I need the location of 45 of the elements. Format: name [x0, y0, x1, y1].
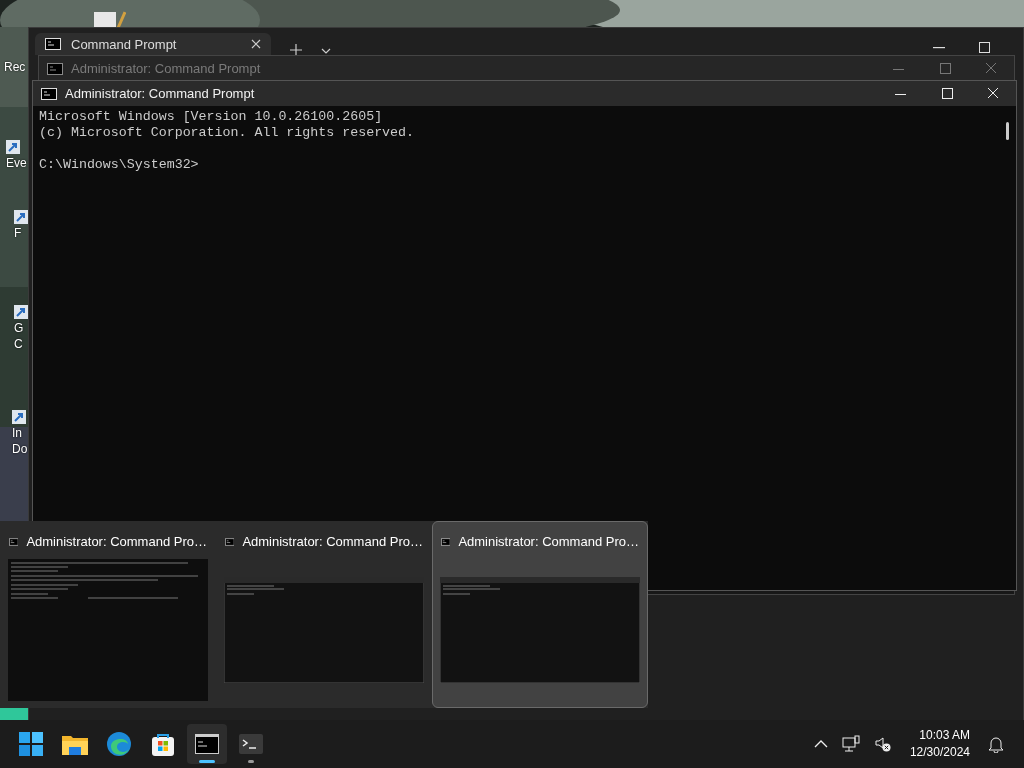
- desktop-icon-label[interactable]: G: [14, 321, 24, 335]
- maximize-icon[interactable]: [979, 42, 990, 53]
- window-title: Administrator: Command Prompt: [65, 86, 256, 101]
- shopping-bag-icon: [151, 732, 175, 756]
- clock-time[interactable]: 10:03 AM: [919, 727, 970, 744]
- shortcut-icon[interactable]: [14, 305, 28, 319]
- console-text: (c) Microsoft Corporation. All rights reserved.: [39, 125, 415, 141]
- console-icon: [9, 535, 19, 548]
- minimize-icon[interactable]: [933, 47, 945, 49]
- console-icon: [441, 535, 451, 548]
- thumbnail-item[interactable]: Administrator: Command Pro…: [216, 521, 432, 708]
- desktop-icon-label[interactable]: Eve: [6, 156, 27, 170]
- close-icon[interactable]: [251, 39, 261, 49]
- add-icon[interactable]: [290, 44, 302, 56]
- console-icon: [195, 734, 219, 754]
- terminal-icon: [239, 734, 263, 754]
- console-icon: [47, 62, 63, 75]
- desktop-icon-label[interactable]: Do: [12, 442, 28, 456]
- browser-icon: [107, 732, 131, 756]
- clock-date[interactable]: 12/30/2024: [909, 744, 970, 761]
- thumbnail-item[interactable]: Administrator: Command Pro…: [0, 521, 216, 708]
- chevron-up-icon[interactable]: [813, 740, 828, 748]
- notification-bell-icon[interactable]: [988, 735, 1004, 753]
- folder-icon: [62, 733, 88, 755]
- shortcut-icon[interactable]: [14, 210, 28, 224]
- console-icon: [225, 535, 235, 548]
- windows-logo-icon: [19, 732, 43, 756]
- shortcut-icon[interactable]: [12, 410, 26, 424]
- thumbnail-item[interactable]: Administrator: Command Pro…: [432, 521, 648, 708]
- tab[interactable]: Command Prompt: [35, 33, 271, 55]
- dropdown-icon[interactable]: [321, 48, 331, 54]
- console-text: Microsoft Windows [Version 10.0.26100.2605]: [39, 109, 383, 125]
- network-icon[interactable]: [841, 735, 860, 753]
- console-icon: [45, 38, 61, 50]
- desktop-icon-label[interactable]: In: [12, 426, 22, 440]
- console-text: C:\Windows\System32>: [39, 157, 199, 173]
- speaker-muted-icon[interactable]: [873, 735, 892, 753]
- shortcut-icon[interactable]: [6, 140, 20, 154]
- window-title: Administrator: Command Prompt: [71, 61, 262, 76]
- scrollbar-thumb[interactable]: [1006, 122, 1009, 140]
- console-icon: [41, 87, 57, 100]
- desktop-icon-label[interactable]: C: [14, 337, 23, 351]
- desktop-icon-label[interactable]: Rec: [4, 60, 26, 74]
- desktop-icon-label[interactable]: F: [14, 226, 22, 240]
- taskbar-button[interactable]: [187, 724, 227, 764]
